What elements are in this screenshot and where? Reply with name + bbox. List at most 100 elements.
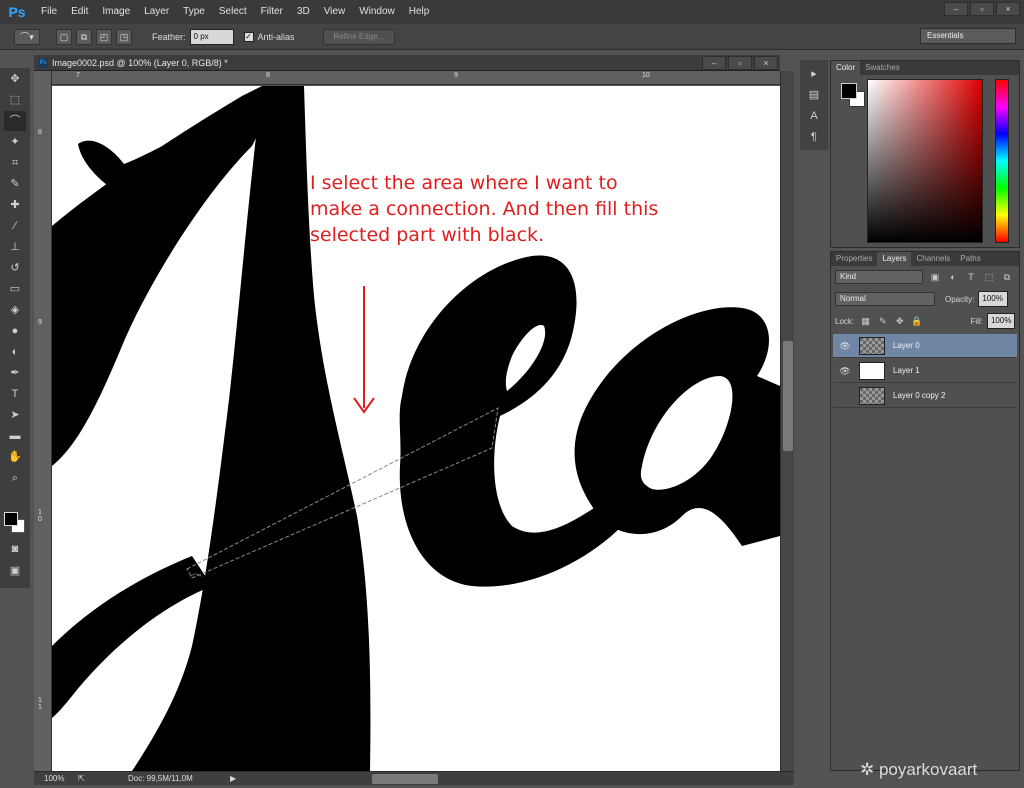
filter-type-icon[interactable]: T [965,271,977,283]
layer-row[interactable]: 👁 Layer 0 [833,334,1017,358]
zoom-level[interactable]: 100% [44,772,64,786]
tab-properties[interactable]: Properties [831,252,877,266]
history-brush-tool-icon[interactable]: ↺ [4,258,26,278]
lock-transparent-icon[interactable]: ▦ [860,315,871,327]
subtract-selection-icon[interactable]: ◰ [96,28,112,45]
crop-tool-icon[interactable]: ⌗ [4,153,26,173]
ruler-horizontal[interactable]: 7 8 9 10 [52,71,780,85]
blend-mode-select[interactable]: Normal [835,292,935,306]
workspace-select[interactable]: Essentials [920,28,1016,44]
tab-layers[interactable]: Layers [877,252,912,266]
add-selection-icon[interactable]: ⧉ [76,28,92,45]
document-title: Image0002.psd @ 100% (Layer 0, RGB/8) * [52,58,228,68]
character-panel-icon[interactable]: A [803,106,825,126]
refine-edge-button[interactable]: Refine Edge... [322,28,396,45]
menu-edit[interactable]: Edit [64,0,95,24]
fill-label: Fill: [970,316,983,326]
menu-help[interactable]: Help [402,0,437,24]
healing-brush-tool-icon[interactable]: ✚ [4,195,26,215]
quick-mask-icon[interactable]: ◙ [4,539,26,559]
maximize-button[interactable]: ▫ [970,2,994,16]
new-selection-icon[interactable]: ▢ [56,28,72,45]
doc-close-button[interactable]: × [754,56,778,70]
export-icon[interactable]: ⇱ [78,772,85,786]
annotation-line-1: I select the area where I want to [310,172,618,194]
fill-input[interactable]: 100% [986,313,1016,329]
paint-bucket-tool-icon[interactable]: ◈ [4,300,26,320]
visibility-eye-icon[interactable] [837,388,853,404]
history-panel-icon[interactable]: ▤ [803,85,825,105]
blend-row: Normal Opacity: 100% [835,290,1015,308]
ruler-left-label: 1 0 [38,509,42,523]
opacity-input[interactable]: 100% [978,291,1009,307]
menu-image[interactable]: Image [95,0,137,24]
horizontal-scroll-thumb[interactable] [372,774,438,784]
tab-color[interactable]: Color [831,61,861,75]
move-tool-icon[interactable]: ✥ [4,69,26,89]
color-picker-field[interactable] [867,79,983,243]
layer-name: Layer 0 [893,341,920,350]
ruler-top-label: 10 [642,72,650,79]
zoom-tool-icon[interactable]: ⌕ [4,468,26,488]
panel-collapse-icon[interactable]: ▸ [803,64,825,84]
menu-layer[interactable]: Layer [137,0,176,24]
vertical-scroll-thumb[interactable] [783,341,793,451]
filter-smart-object-icon[interactable]: ⧉ [1001,271,1013,283]
tab-swatches[interactable]: Swatches [860,61,905,75]
polygonal-lasso-tool-icon[interactable]: ⌒ [4,111,26,131]
type-tool-icon[interactable]: T [4,384,26,404]
menu-filter[interactable]: Filter [254,0,290,24]
minimize-button[interactable]: – [944,2,968,16]
path-selection-tool-icon[interactable]: ➤ [4,405,26,425]
rectangle-tool-icon[interactable]: ▬ [4,426,26,446]
screen-mode-icon[interactable]: ▣ [4,561,26,581]
magic-wand-tool-icon[interactable]: ✦ [4,132,26,152]
vertical-scrollbar[interactable] [780,71,794,771]
menu-type[interactable]: Type [176,0,212,24]
intersect-selection-icon[interactable]: ◳ [116,28,132,45]
lock-image-icon[interactable]: ✎ [877,315,888,327]
visibility-eye-icon[interactable]: 👁 [837,363,853,379]
close-button[interactable]: × [996,2,1020,16]
ruler-vertical[interactable]: 8 9 1 0 1 1 [34,71,52,771]
layer-row[interactable]: Layer 0 copy 2 [833,384,1017,408]
menu-3d[interactable]: 3D [290,0,317,24]
lasso-tool-preset-icon[interactable]: ⌒▾ [14,28,40,45]
menu-select[interactable]: Select [212,0,254,24]
status-menu-arrow-icon[interactable]: ▶ [230,772,236,786]
filter-shape-icon[interactable]: ⬚ [983,271,995,283]
hue-slider[interactable] [995,79,1009,243]
eyedropper-tool-icon[interactable]: ✎ [4,174,26,194]
hand-tool-icon[interactable]: ✋ [4,447,26,467]
filter-pixel-icon[interactable]: ▣ [929,271,941,283]
doc-minimize-button[interactable]: – [702,56,726,70]
menu-file[interactable]: File [34,0,64,24]
watermark-gear-icon: ✲ [860,760,879,779]
paragraph-panel-icon[interactable]: ¶ [803,127,825,147]
lock-position-icon[interactable]: ✥ [894,315,905,327]
pen-tool-icon[interactable]: ✒ [4,363,26,383]
lock-all-icon[interactable]: 🔒 [911,315,922,327]
eraser-tool-icon[interactable]: ▭ [4,279,26,299]
document-tab[interactable]: Ps Image0002.psd @ 100% (Layer 0, RGB/8)… [34,55,780,71]
filter-adjustment-icon[interactable]: ◐ [947,271,959,283]
layer-row[interactable]: 👁 Layer 1 [833,359,1017,383]
document-canvas[interactable]: ⌒ I select the area where I want to make… [52,86,780,771]
visibility-eye-icon[interactable]: 👁 [837,338,853,354]
kind-filter-select[interactable]: Kind [835,270,923,284]
blur-tool-icon[interactable]: ● [4,321,26,341]
menu-view[interactable]: View [317,0,353,24]
tab-paths[interactable]: Paths [955,252,985,266]
brush-tool-icon[interactable]: ⁄ [4,216,26,236]
layers-panel-tabs: Properties Layers Channels Paths [831,252,1019,266]
marquee-tool-icon[interactable]: ⬚ [4,90,26,110]
feather-input[interactable]: 0 px [189,28,234,45]
foreground-color-swatch[interactable] [4,512,18,526]
tab-channels[interactable]: Channels [911,252,955,266]
dodge-tool-icon[interactable]: ◐ [4,342,26,362]
clone-stamp-tool-icon[interactable]: ⊥ [4,237,26,257]
color-panel-foreground-swatch[interactable] [841,83,857,99]
antialias-checkbox[interactable]: ✓ [243,31,254,42]
menu-window[interactable]: Window [352,0,402,24]
doc-maximize-button[interactable]: ▫ [728,56,752,70]
